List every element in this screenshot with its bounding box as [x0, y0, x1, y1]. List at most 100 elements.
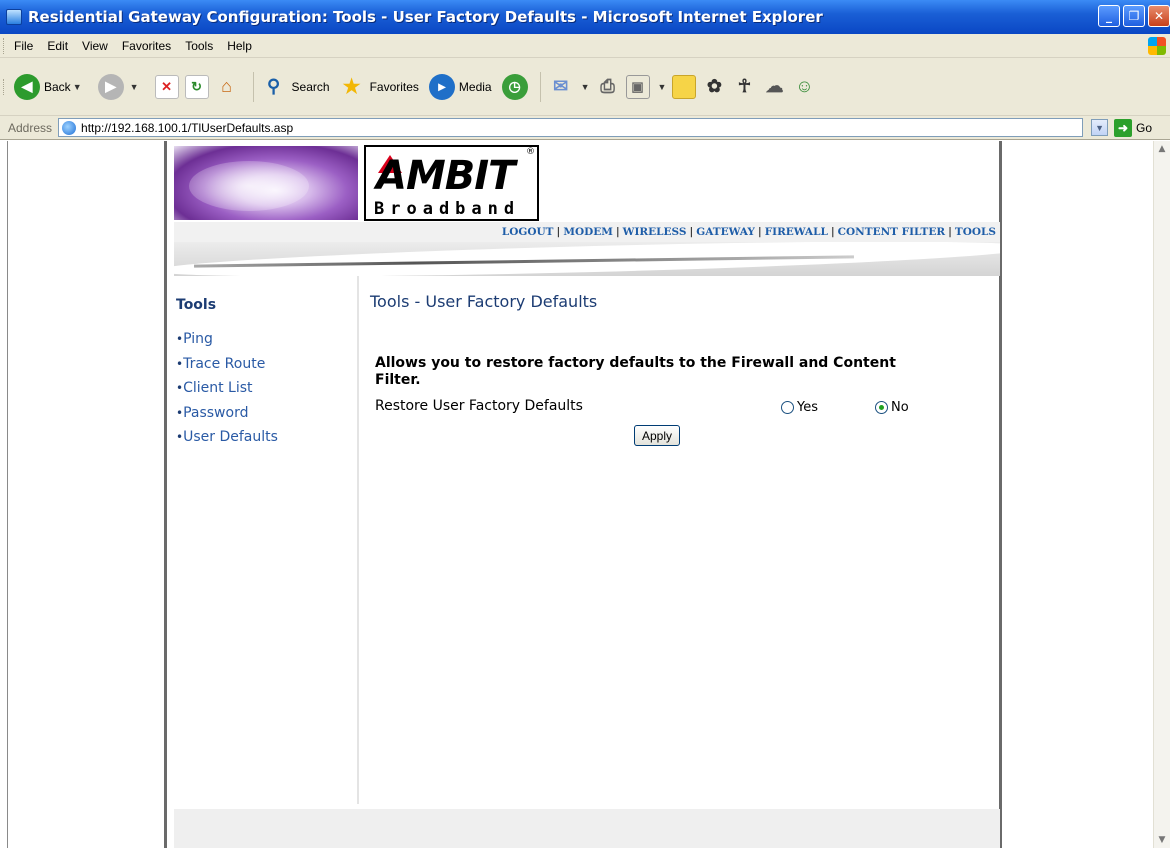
- dropdown-arrow-icon[interactable]: ▼: [581, 82, 590, 92]
- menu-help[interactable]: Help: [227, 39, 252, 53]
- back-arrow-icon: ◀: [14, 73, 40, 100]
- nav-gateway[interactable]: GATEWAY: [696, 226, 755, 238]
- dropdown-arrow-icon[interactable]: ▼: [130, 82, 139, 92]
- nav-firewall[interactable]: FIREWALL: [765, 226, 828, 238]
- page-description: Allows you to restore factory defaults t…: [375, 355, 896, 388]
- nav-separator: |: [757, 226, 762, 238]
- scroll-down-arrow-icon[interactable]: ▼: [1154, 832, 1170, 848]
- top-nav: LOGOUT | MODEM | WIRELESS | GATEWAY | FIREWALL | C…: [174, 222, 1000, 242]
- restore-defaults-label: Restore User Factory Defaults: [375, 398, 583, 414]
- menu-file[interactable]: File: [14, 39, 33, 53]
- address-label: Address: [8, 120, 53, 135]
- back-button[interactable]: ◀ Back ▼: [14, 73, 88, 100]
- go-label: Go: [1136, 120, 1153, 135]
- sidebar-item-user-defaults[interactable]: •User Defaults: [176, 425, 278, 450]
- nav-wireless[interactable]: WIRELESS: [623, 226, 687, 238]
- menu-tools[interactable]: Tools: [185, 39, 213, 53]
- nav-modem[interactable]: MODEM: [563, 226, 613, 238]
- history-icon[interactable]: ◷: [501, 73, 528, 100]
- close-button[interactable]: ✕: [1148, 5, 1170, 27]
- note-icon[interactable]: [672, 74, 697, 99]
- address-input[interactable]: http://192.168.100.1/TlUserDefaults.asp: [58, 118, 1084, 137]
- page-title: Tools - User Factory Defaults: [370, 292, 598, 311]
- window-title: Residential Gateway Configuration: Tools…: [28, 8, 823, 26]
- swoosh-divider: [174, 242, 1000, 276]
- minimize-button[interactable]: _: [1098, 5, 1120, 27]
- back-label: Back: [44, 79, 71, 94]
- chevron-down-icon[interactable]: ▼: [1091, 119, 1109, 136]
- sidebar-item-ping[interactable]: •Ping: [176, 327, 278, 352]
- radio-yes-option[interactable]: Yes: [781, 400, 818, 415]
- nav-separator: |: [615, 226, 620, 238]
- search-icon: ⚲: [266, 76, 281, 96]
- radio-no[interactable]: [875, 401, 888, 414]
- media-icon: ▸: [428, 73, 455, 100]
- menu-bar: File Edit View Favorites Tools Help: [0, 34, 1170, 58]
- print-icon[interactable]: ⎙: [596, 75, 620, 99]
- sidebar-item-password[interactable]: •Password: [176, 401, 278, 426]
- forward-button[interactable]: ▶ ▼: [97, 73, 145, 100]
- left-border: [7, 141, 8, 848]
- refresh-icon[interactable]: ↻: [184, 74, 209, 99]
- edit-icon[interactable]: ▣: [625, 74, 650, 99]
- address-bar: Address http://192.168.100.1/TlUserDefau…: [0, 116, 1170, 140]
- research-icon[interactable]: ☥: [732, 75, 756, 99]
- dropdown-arrow-icon[interactable]: ▼: [658, 82, 667, 92]
- standard-toolbar: ◀ Back ▼ ▶ ▼ ✕ ↻ ⌂ ⚲ Search ★ Favorites …: [0, 58, 1170, 116]
- dropdown-arrow-icon[interactable]: ▼: [73, 82, 82, 92]
- scroll-up-arrow-icon[interactable]: ▲: [1154, 141, 1170, 157]
- window-titlebar: Residential Gateway Configuration: Tools…: [0, 0, 1170, 34]
- media-button[interactable]: ▸ Media: [428, 73, 492, 100]
- nav-tools[interactable]: TOOLS: [955, 226, 996, 238]
- cloud-overlay: [189, 161, 309, 211]
- toolbar-grip[interactable]: [3, 37, 6, 54]
- radio-no-label[interactable]: No: [891, 400, 909, 415]
- sidebar-item-label[interactable]: Client List: [183, 380, 252, 396]
- menu-edit[interactable]: Edit: [47, 39, 68, 53]
- sidebar-item-client-list[interactable]: •Client List: [176, 376, 278, 401]
- sidebar-item-label[interactable]: Password: [183, 405, 248, 421]
- browser-viewport: AMBIT ® Broadband LOGOUT | MODEM | WIRELESS |…: [0, 141, 1170, 848]
- star-icon: ★: [342, 76, 361, 98]
- sidebar-item-label[interactable]: Trace Route: [183, 356, 265, 372]
- address-url[interactable]: http://192.168.100.1/TlUserDefaults.asp: [81, 121, 293, 135]
- radio-yes[interactable]: [781, 401, 794, 414]
- media-label: Media: [458, 79, 492, 94]
- mail-icon[interactable]: ✉: [549, 75, 573, 99]
- bug-icon[interactable]: ✿: [702, 75, 726, 99]
- search-button[interactable]: ⚲ Search: [262, 75, 330, 99]
- ambit-logo: AMBIT ® Broadband: [364, 145, 539, 221]
- menu-view[interactable]: View: [82, 39, 108, 53]
- nav-separator: |: [689, 226, 694, 238]
- main-content: Tools - User Factory Defaults Allows you…: [367, 276, 997, 804]
- radio-yes-label[interactable]: Yes: [797, 400, 818, 415]
- sidebar-item-trace-route[interactable]: •Trace Route: [176, 352, 278, 377]
- home-icon[interactable]: ⌂: [215, 75, 239, 99]
- globe-banner-image: [174, 146, 358, 220]
- logo-registered: ®: [526, 147, 535, 157]
- nav-logout[interactable]: LOGOUT: [502, 226, 554, 238]
- apply-button[interactable]: Apply: [634, 425, 681, 446]
- nav-separator: |: [556, 226, 561, 238]
- go-button[interactable]: ➜ Go: [1114, 118, 1153, 137]
- maximize-button[interactable]: ❐: [1123, 5, 1145, 27]
- menu-favorites[interactable]: Favorites: [122, 39, 171, 53]
- toolbar-grip[interactable]: [3, 78, 6, 95]
- sidebar-list: •Ping •Trace Route •Client List •Passwor…: [176, 327, 278, 450]
- messenger-icon[interactable]: ☁: [762, 75, 786, 99]
- windows-logo-icon: [1148, 37, 1166, 55]
- vertical-scrollbar[interactable]: ▲ ▼: [1153, 141, 1170, 848]
- nav-separator: |: [830, 226, 835, 238]
- sidebar-item-label[interactable]: Ping: [183, 331, 213, 347]
- sidebar-title: Tools: [176, 297, 217, 313]
- nav-content-filter[interactable]: CONTENT FILTER: [838, 226, 945, 238]
- buddy-icon[interactable]: ☺: [792, 75, 816, 99]
- favorites-button[interactable]: ★ Favorites: [340, 75, 419, 99]
- toolbar-divider: [252, 71, 254, 102]
- sidebar-item-label[interactable]: User Defaults: [183, 429, 278, 445]
- go-arrow-icon: ➜: [1114, 118, 1133, 137]
- page-footer: [174, 809, 1000, 848]
- ie-page-icon: [6, 9, 22, 25]
- radio-no-option[interactable]: No: [875, 400, 909, 415]
- stop-icon[interactable]: ✕: [154, 74, 179, 99]
